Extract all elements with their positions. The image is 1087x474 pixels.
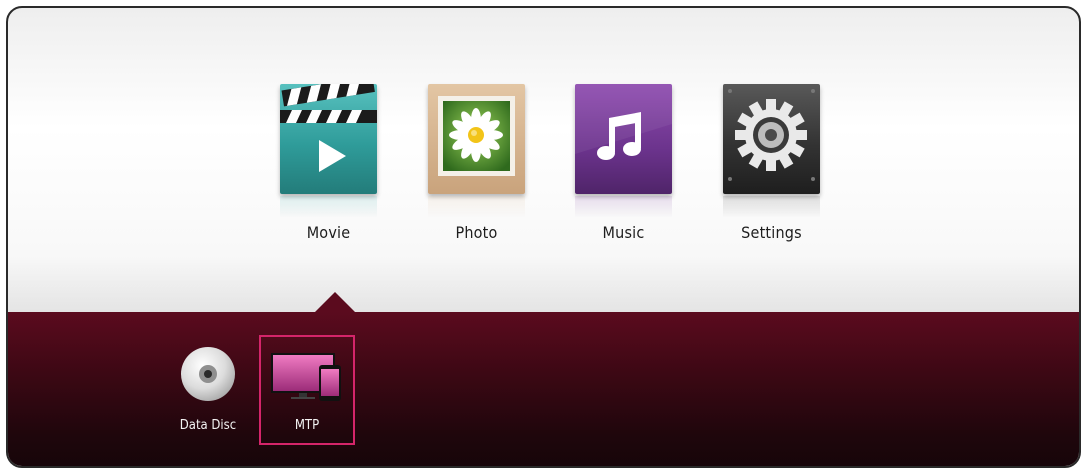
movie-tile [280, 84, 377, 194]
music-note-icon [575, 84, 672, 160]
menu-label-photo: Photo [455, 223, 498, 242]
disc-icon [181, 347, 235, 401]
clapperboard-play-icon [280, 84, 377, 172]
main-menu: Movie Photo Music Settings [8, 8, 1079, 312]
menu-label-movie: Movie [306, 223, 351, 242]
gear-icon [728, 89, 815, 181]
daisy-photo-icon [438, 96, 515, 176]
home-menu-screen: Movie Photo Music Settings Data Disc MTP [6, 6, 1081, 468]
device-selection-highlight [259, 335, 355, 445]
settings-tile [723, 84, 820, 194]
selection-pointer [315, 292, 355, 312]
menu-label-settings: Settings [741, 223, 802, 242]
music-tile [575, 84, 672, 194]
device-label-data-disc: Data Disc [179, 418, 237, 433]
photo-tile [428, 84, 525, 194]
settings-tile-reflection [723, 196, 820, 218]
photo-tile-reflection [428, 196, 525, 218]
movie-tile-reflection [280, 196, 377, 218]
menu-label-music: Music [602, 223, 645, 242]
music-tile-reflection [575, 196, 672, 218]
device-item-data-disc[interactable]: Data Disc [168, 338, 248, 442]
